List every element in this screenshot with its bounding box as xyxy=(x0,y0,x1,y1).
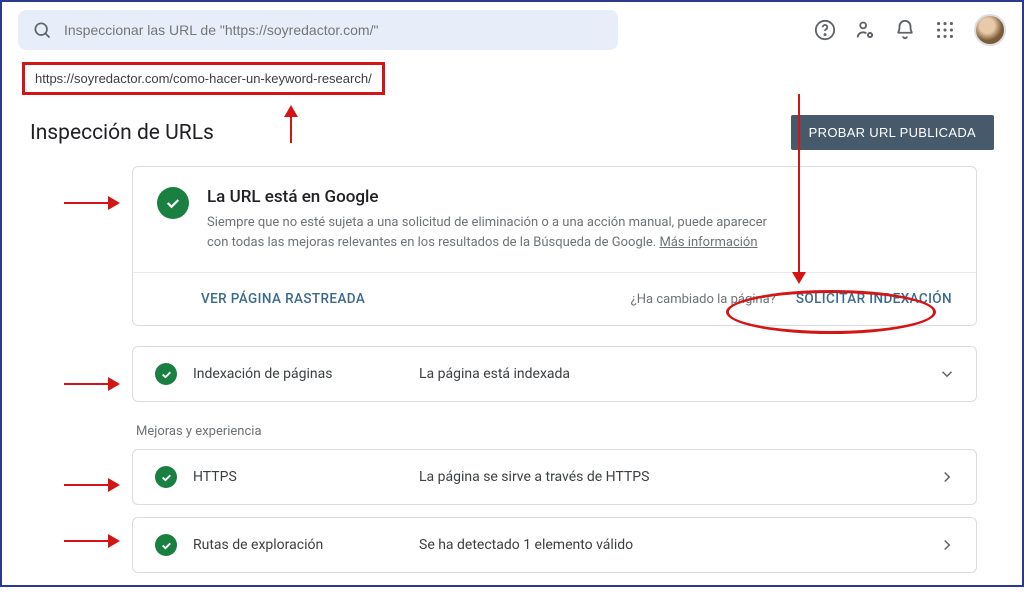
topbar-actions xyxy=(814,14,1006,46)
account-avatar[interactable] xyxy=(974,14,1006,46)
chevron-right-icon xyxy=(938,468,956,486)
apps-grid-icon[interactable] xyxy=(934,19,956,41)
row-label: Indexación de páginas xyxy=(193,366,403,382)
page-changed-label: ¿Ha cambiado la página? xyxy=(631,292,776,307)
breadcrumbs-row[interactable]: Rutas de exploración Se ha detectado 1 e… xyxy=(132,517,977,573)
status-description: Siempre que no esté sujeta a una solicit… xyxy=(207,213,767,252)
row-label: Rutas de exploración xyxy=(193,537,403,553)
check-circle-icon xyxy=(155,363,177,385)
url-search-bar[interactable] xyxy=(18,10,618,50)
row-status: Se ha detectado 1 elemento válido xyxy=(419,537,922,553)
check-circle-icon xyxy=(157,187,189,219)
check-circle-icon xyxy=(155,534,177,556)
enhancements-section-label: Mejoras y experiencia xyxy=(136,424,1022,439)
check-circle-icon xyxy=(155,466,177,488)
row-status: La página se sirve a través de HTTPS xyxy=(419,469,922,485)
test-live-url-button[interactable]: PROBAR URL PUBLICADA xyxy=(791,115,994,150)
page-title: Inspección de URLs xyxy=(30,121,214,145)
help-icon[interactable] xyxy=(814,19,836,41)
status-title: La URL está en Google xyxy=(207,187,952,207)
search-icon xyxy=(32,20,52,40)
row-status: La página está indexada xyxy=(419,366,922,382)
inspected-url-box: https://soyredactor.com/como-hacer-un-ke… xyxy=(22,62,385,95)
more-info-link[interactable]: Más información xyxy=(659,235,757,250)
chevron-right-icon xyxy=(938,536,956,554)
url-status-card: La URL está en Google Siempre que no est… xyxy=(132,166,977,326)
top-bar xyxy=(2,2,1022,58)
request-indexing-button[interactable]: SOLICITAR INDEXACIÓN xyxy=(796,291,952,307)
user-settings-icon[interactable] xyxy=(854,19,876,41)
url-search-input[interactable] xyxy=(64,22,604,38)
https-row[interactable]: HTTPS La página se sirve a través de HTT… xyxy=(132,449,977,505)
row-label: HTTPS xyxy=(193,469,403,485)
notifications-icon[interactable] xyxy=(894,19,916,41)
view-crawled-page-button[interactable]: VER PÁGINA RASTREADA xyxy=(201,291,365,307)
page-indexing-row[interactable]: Indexación de páginas La página está ind… xyxy=(132,346,977,402)
chevron-down-icon xyxy=(938,365,956,383)
